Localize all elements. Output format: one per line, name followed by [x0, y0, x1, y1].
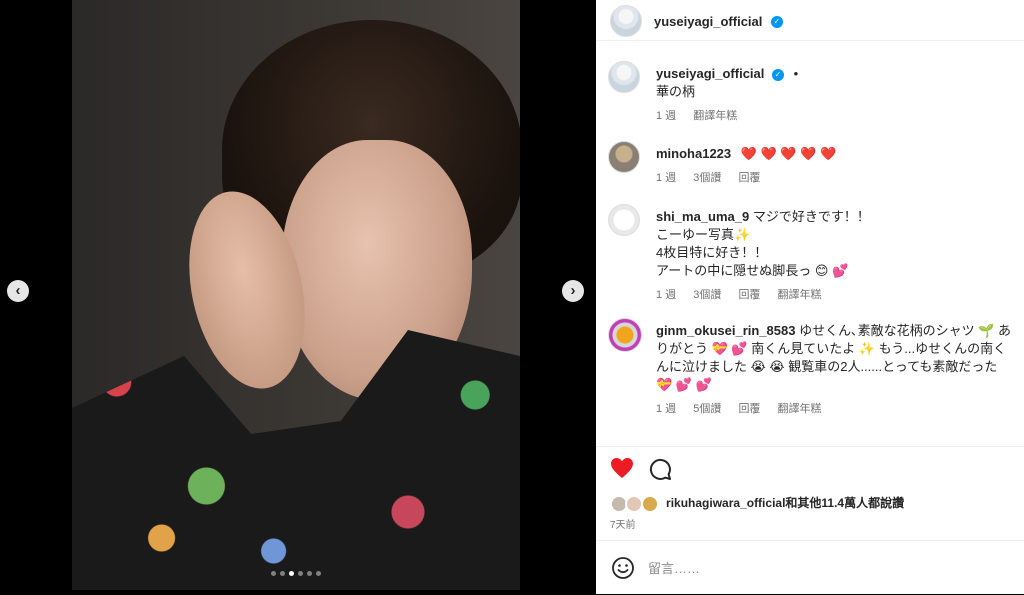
caption-text: 華の柄	[656, 84, 696, 99]
avatar	[640, 494, 659, 513]
chevron-left-icon: ‹	[15, 282, 21, 299]
caption-time: 1 週	[656, 110, 677, 122]
likes-username[interactable]: rikuhagiwara_official	[666, 496, 785, 510]
comment-username[interactable]: shi_ma_uma_9	[656, 209, 749, 224]
post-timestamp[interactable]: 7天前	[610, 516, 636, 531]
likes-count[interactable]: 和其他11.4萬人都說讚	[785, 496, 904, 510]
post-actions	[596, 446, 1024, 491]
comment-time: 1 週	[656, 289, 677, 301]
comment-likes[interactable]: 3個讚	[693, 172, 721, 184]
comments-list: yuseiyagi_official ✓ • 華の柄 1 週 翻譯年糕 mino…	[596, 41, 1024, 441]
reply-button[interactable]: 回覆	[738, 403, 760, 415]
comment-bar	[596, 540, 1024, 595]
carousel-dot	[280, 571, 285, 576]
see-translation-link[interactable]: 翻譯年糕	[778, 403, 822, 415]
reply-button[interactable]: 回覆	[738, 289, 760, 301]
avatar[interactable]	[608, 61, 640, 93]
carousel-dot	[316, 571, 321, 576]
post-header: yuseiyagi_official ✓	[596, 0, 1024, 41]
carousel-dot	[271, 571, 276, 576]
see-translation-link[interactable]: 翻譯年糕	[693, 110, 737, 122]
comment-username[interactable]: minoha1223	[656, 146, 731, 161]
post-panel: yuseiyagi_official ✓ yuseiyagi_official …	[596, 0, 1024, 594]
reply-button[interactable]: 回覆	[738, 172, 760, 184]
likes-summary[interactable]: rikuhagiwara_official和其他11.4萬人都說讚	[610, 494, 904, 513]
comment-text: ❤️ ❤️ ❤️ ❤️ ❤️	[740, 146, 837, 161]
carousel-dot	[289, 571, 294, 576]
carousel-indicator	[271, 571, 321, 576]
caption-username[interactable]: yuseiyagi_official	[656, 66, 764, 81]
verified-badge-icon: ✓	[772, 68, 785, 81]
post-username[interactable]: yuseiyagi_official	[654, 14, 762, 29]
comment-bubble-icon[interactable]	[648, 457, 672, 481]
see-translation-link[interactable]: 翻譯年糕	[778, 289, 822, 301]
post-photo[interactable]	[72, 0, 520, 590]
separator-dot: •	[793, 66, 799, 81]
verified-badge-icon: ✓	[770, 15, 783, 28]
comment-likes[interactable]: 3個讚	[693, 289, 721, 301]
avatar[interactable]	[608, 141, 640, 173]
prev-photo-button[interactable]: ‹	[7, 280, 29, 302]
comment-time: 1 週	[656, 403, 677, 415]
avatar[interactable]	[608, 204, 640, 236]
comment-input[interactable]	[646, 553, 1010, 583]
comment-likes[interactable]: 5個讚	[693, 403, 721, 415]
comment-time: 1 週	[656, 172, 677, 184]
next-photo-button[interactable]: ›	[562, 280, 584, 302]
comment-username[interactable]: ginm_okusei_rin_8583	[656, 323, 795, 338]
emoji-smile-icon[interactable]	[611, 556, 635, 580]
avatar[interactable]	[610, 5, 642, 37]
media-viewer: ‹ ›	[0, 0, 596, 594]
heart-filled-icon[interactable]	[610, 457, 634, 479]
chevron-right-icon: ›	[570, 282, 576, 299]
carousel-dot	[298, 571, 303, 576]
avatar[interactable]	[608, 318, 642, 352]
carousel-dot	[307, 571, 312, 576]
